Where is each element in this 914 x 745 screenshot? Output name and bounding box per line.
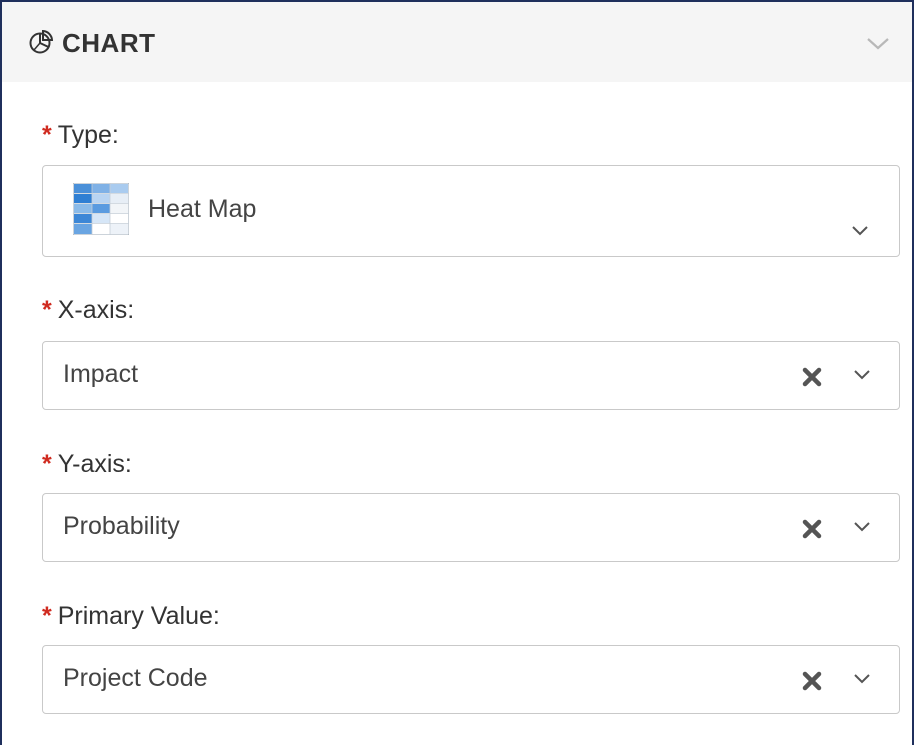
panel-title: CHART (62, 28, 156, 58)
heat-map-icon (73, 183, 129, 235)
clear-icon[interactable] (801, 518, 823, 540)
primary-value-select[interactable]: Project Code (42, 645, 900, 714)
y-axis-label: * Y-axis: (42, 449, 132, 479)
chart-type-value: Heat Map (148, 195, 257, 223)
x-axis-label: * X-axis: (42, 295, 134, 325)
type-label-text: Type: (57, 121, 119, 149)
required-mark: * (42, 296, 52, 324)
chevron-down-icon[interactable] (864, 32, 892, 54)
chart-panel: CHART * Type: Heat Map * X-axis: Impact … (0, 0, 914, 745)
primary-value-label-text: Primary Value: (57, 602, 220, 630)
required-mark: * (42, 602, 52, 630)
y-axis-value: Probability (63, 512, 180, 540)
chart-type-select[interactable]: Heat Map (42, 165, 900, 257)
chart-panel-header[interactable]: CHART (2, 2, 912, 82)
clear-icon[interactable] (801, 670, 823, 692)
y-axis-label-text: Y-axis: (57, 450, 132, 478)
chevron-down-icon[interactable] (851, 368, 873, 382)
chevron-down-icon[interactable] (851, 520, 873, 534)
clear-icon[interactable] (801, 366, 823, 388)
required-mark: * (42, 121, 52, 149)
x-axis-label-text: X-axis: (57, 296, 135, 324)
y-axis-select[interactable]: Probability (42, 493, 900, 562)
chevron-down-icon[interactable] (851, 672, 873, 686)
primary-value-label: * Primary Value: (42, 601, 220, 631)
required-mark: * (42, 450, 52, 478)
x-axis-value: Impact (63, 360, 139, 388)
type-label: * Type: (42, 120, 119, 150)
primary-value-value: Project Code (63, 664, 208, 692)
pie-chart-icon (29, 29, 54, 54)
x-axis-select[interactable]: Impact (42, 341, 900, 410)
chevron-down-icon[interactable] (849, 224, 871, 238)
